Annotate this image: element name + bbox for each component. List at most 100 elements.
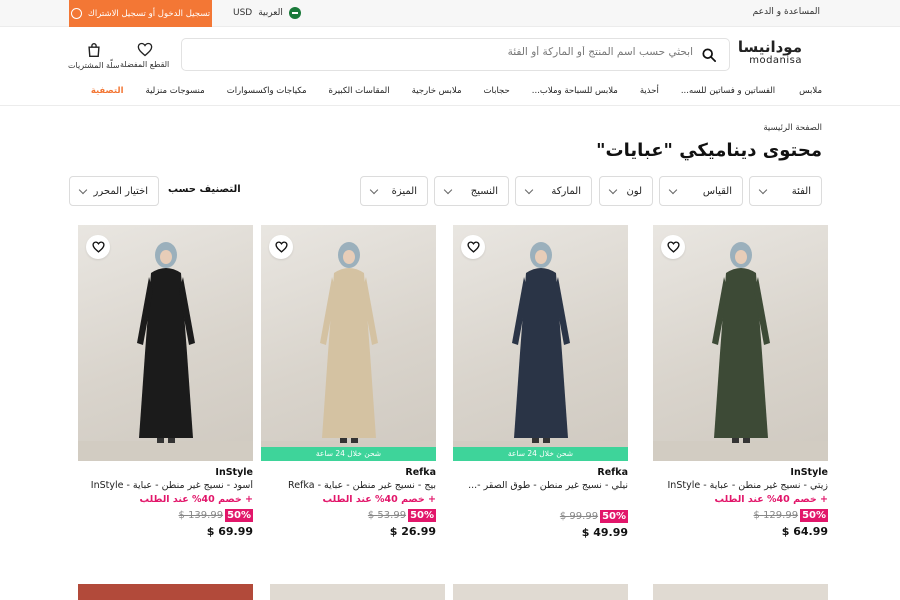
old-price: 53.99 $ <box>367 510 407 521</box>
logo-arabic: مودانيسا <box>737 38 802 56</box>
product-brand[interactable]: Refka <box>261 467 436 478</box>
chevron-down-icon <box>369 185 379 194</box>
wishlist-button[interactable] <box>661 235 685 259</box>
price-row: 50% 129.99 $ <box>653 509 828 522</box>
user-icon <box>70 8 82 19</box>
old-price: 129.99 $ <box>753 510 799 521</box>
price-row: 50% 139.99 $ <box>78 509 253 522</box>
product-image-partial[interactable] <box>270 584 445 600</box>
favorites-button[interactable]: القطع المفضلة <box>120 42 169 69</box>
product-name[interactable]: بيج - نسيج غير منطن - عباية - Refka <box>261 480 436 491</box>
product-brand[interactable]: InStyle <box>653 467 828 478</box>
category-nav: ملابس الفساتين و فساتين للسه... أحذية ملابس… <box>0 79 900 106</box>
search-icon[interactable] <box>702 48 716 62</box>
old-price: 99.99 $ <box>559 511 599 522</box>
page-title: محتوى ديناميكي "عبايات" <box>596 140 822 161</box>
model-figure <box>319 242 378 443</box>
nav-item[interactable]: المقاسات الكبيرة <box>329 86 390 96</box>
wishlist-button[interactable] <box>86 235 110 259</box>
product-name[interactable]: نيلي - نسيج غير منطن - طوق الصقر -... <box>453 480 628 491</box>
filter-category[interactable]: الفئة <box>749 176 822 206</box>
new-price: 49.99 $ <box>581 526 628 539</box>
nav-item[interactable]: ملابس <box>799 86 822 96</box>
language-currency-selector[interactable]: العربية USD <box>233 7 301 19</box>
price-row: 50% 99.99 $ <box>453 510 628 523</box>
chevron-down-icon <box>524 185 534 194</box>
product-image[interactable] <box>653 225 828 461</box>
nav-item[interactable]: ملابس للسباحة وملاب... <box>532 86 618 96</box>
heart-icon <box>466 241 480 253</box>
wishlist-button[interactable] <box>461 235 485 259</box>
chevron-down-icon <box>668 185 678 194</box>
filter-size[interactable]: القياس <box>659 176 743 206</box>
chevron-down-icon <box>78 185 88 194</box>
product-image-partial[interactable] <box>78 584 253 600</box>
chevron-down-icon <box>758 185 768 194</box>
cart-button[interactable]: سلّة المشتريات <box>68 42 120 70</box>
shopping-bag-icon <box>88 43 100 57</box>
product-brand[interactable]: Refka <box>453 467 628 478</box>
product-image-partial[interactable] <box>453 584 628 600</box>
new-price: 26.99 $ <box>389 525 436 538</box>
sort-dropdown[interactable]: اختيار المحرر <box>69 176 159 206</box>
help-link[interactable]: المساعدة و الدعم <box>753 7 820 17</box>
filter-fabric[interactable]: النسيج <box>434 176 509 206</box>
nav-item[interactable]: الفساتين و فساتين للسه... <box>681 86 775 96</box>
category-nav-list: ملابس الفساتين و فساتين للسه... أحذية ملابس… <box>91 86 822 96</box>
product-name[interactable]: أسود - نسيج غير منطن - عباية - InStyle <box>78 480 253 491</box>
chevron-down-icon <box>443 185 453 194</box>
chevron-down-icon <box>608 185 618 194</box>
product-brand[interactable]: InStyle <box>78 467 253 478</box>
model-figure <box>511 242 570 443</box>
product-promo: + خصم 40% عند الطلب <box>714 494 828 505</box>
heart-icon <box>91 241 105 253</box>
product-card[interactable]: InStyle زيتي - نسيج غير منطن - عباية - I… <box>653 225 828 538</box>
product-image[interactable]: شحن خلال 24 ساعة <box>453 225 628 461</box>
filter-color[interactable]: لون <box>599 176 653 206</box>
nav-item[interactable]: ملابس خارجية <box>412 86 462 96</box>
language-label: العربية <box>258 8 283 18</box>
filter-brand-label: الماركة <box>551 185 581 197</box>
filter-brand[interactable]: الماركة <box>515 176 592 206</box>
nav-item[interactable]: حجابات <box>484 86 510 96</box>
nav-item[interactable]: مكياجات واكسسوارات <box>227 86 307 96</box>
sort-label: التصنيف حسب <box>168 184 241 195</box>
shipping-badge: شحن خلال 24 ساعة <box>453 447 628 461</box>
header: مودانيسا modanisa القطع المفضلة سلّة الم… <box>0 27 900 79</box>
product-card[interactable]: شحن خلال 24 ساعة Refka بيج - نسيج غير من… <box>261 225 436 538</box>
flag-icon <box>288 7 301 19</box>
heart-icon <box>274 241 288 253</box>
favorites-label: القطع المفضلة <box>120 60 170 69</box>
login-label: تسجيل الدخول أو تسجيل الاشتراك <box>87 8 211 19</box>
new-price: 69.99 $ <box>206 525 253 538</box>
discount-badge: 50% <box>800 509 828 522</box>
discount-badge: 50% <box>600 510 628 523</box>
filter-fabric-label: النسيج <box>470 185 498 197</box>
login-button[interactable]: تسجيل الدخول أو تسجيل الاشتراك <box>69 0 212 27</box>
nav-item[interactable]: التصفية <box>91 86 124 96</box>
product-card[interactable]: شحن خلال 24 ساعة Refka نيلي - نسيج غير م… <box>453 225 628 539</box>
product-image-partial[interactable] <box>653 584 828 600</box>
filter-feature[interactable]: الميزة <box>360 176 428 206</box>
wishlist-button[interactable] <box>269 235 293 259</box>
filter-category-label: الفئة <box>791 185 811 197</box>
old-price: 139.99 $ <box>178 510 224 521</box>
breadcrumb[interactable]: الصفحة الرئيسية <box>763 123 822 133</box>
sort-value: اختيار المحرر <box>93 185 148 197</box>
filter-feature-label: الميزة <box>391 185 417 197</box>
model-figure <box>711 242 770 443</box>
filter-color-label: لون <box>626 185 642 197</box>
product-promo: + خصم 40% عند الطلب <box>139 494 253 505</box>
shipping-badge: شحن خلال 24 ساعة <box>261 447 436 461</box>
search-input[interactable] <box>213 46 693 58</box>
product-card[interactable]: InStyle أسود - نسيج غير منطن - عباية - I… <box>78 225 253 538</box>
logo[interactable]: مودانيسا modanisa <box>738 40 802 66</box>
product-image[interactable] <box>78 225 253 461</box>
logo-english: modanisa <box>749 55 802 66</box>
nav-item[interactable]: منسوجات منزلية <box>146 86 205 96</box>
product-name[interactable]: زيتي - نسيج غير منطن - عباية - InStyle <box>653 480 829 491</box>
heart-icon <box>137 42 152 57</box>
product-image[interactable]: شحن خلال 24 ساعة <box>261 225 436 461</box>
search-box <box>181 38 730 71</box>
nav-item[interactable]: أحذية <box>640 86 659 96</box>
